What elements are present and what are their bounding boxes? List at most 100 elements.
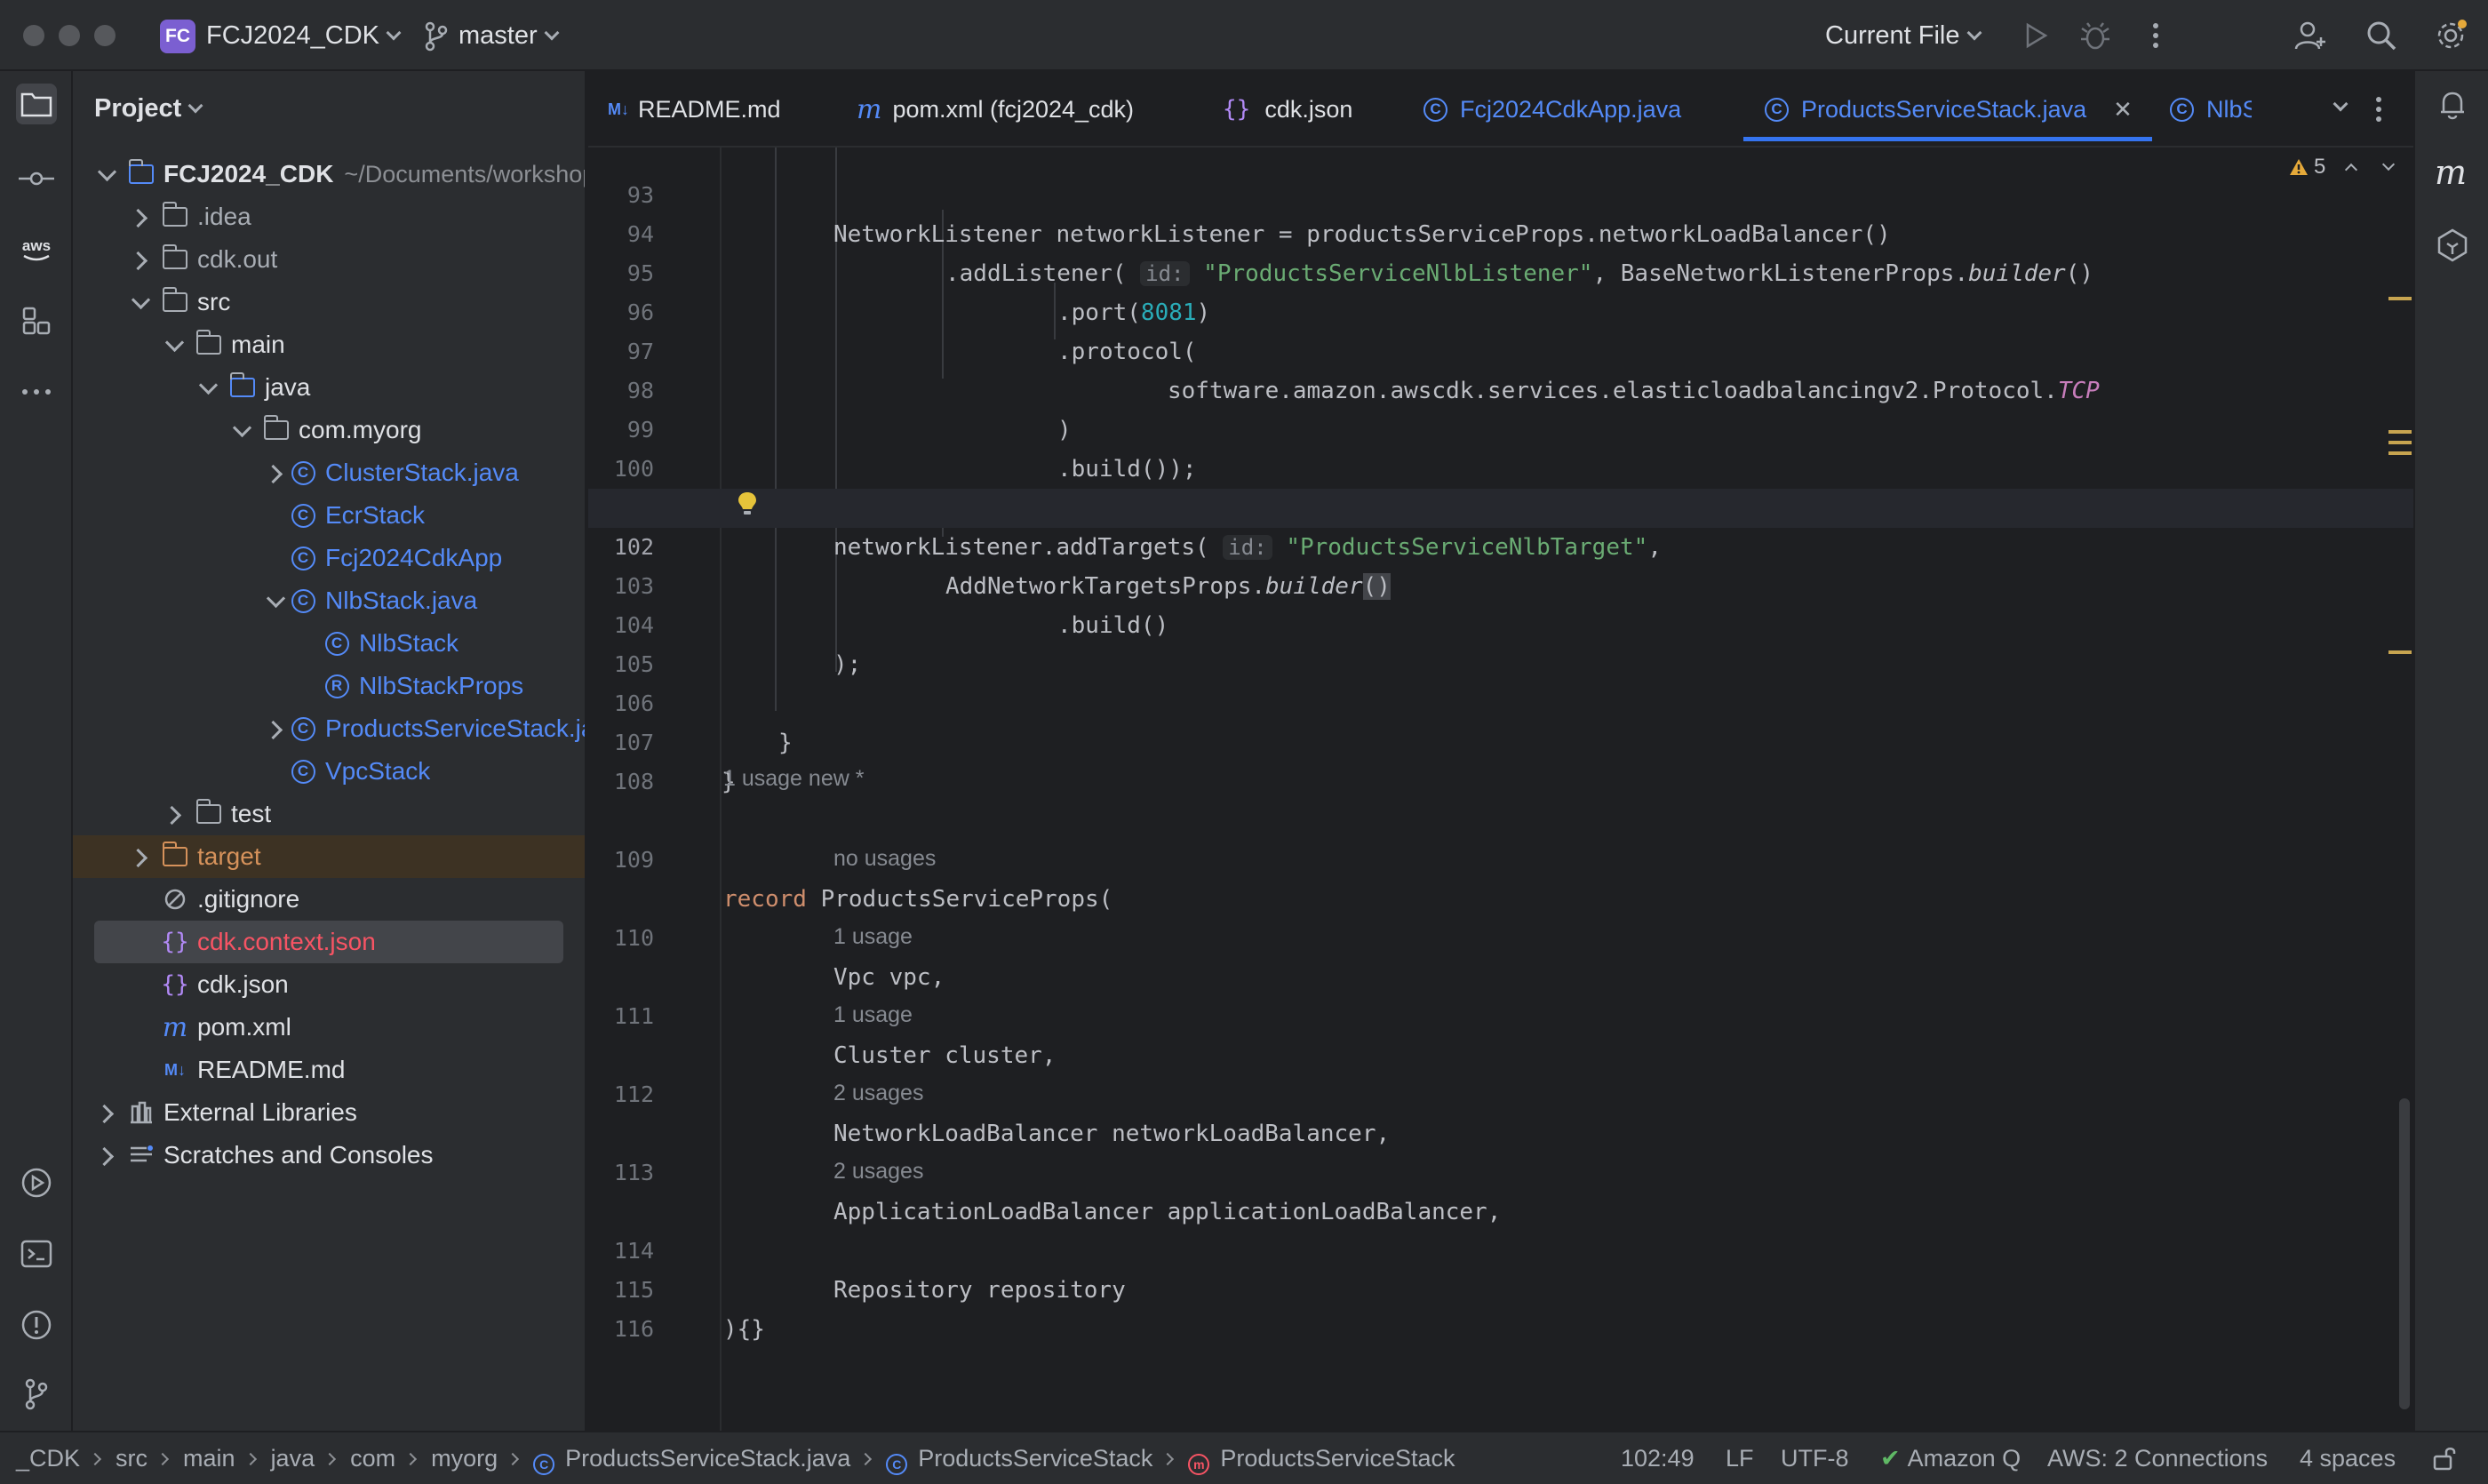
indent-settings[interactable]: 4 spaces	[2300, 1445, 2396, 1472]
notifications-bell-icon[interactable]	[2435, 87, 2470, 123]
tree-item-cdk-out[interactable]: cdk.out	[73, 238, 585, 281]
vertical-scrollbar[interactable]	[2399, 1098, 2410, 1409]
check-icon: ✔	[1880, 1445, 1901, 1472]
project-badge[interactable]: FC	[160, 20, 195, 53]
search-icon[interactable]	[2364, 18, 2399, 53]
breadcrumb-item[interactable]: com	[350, 1445, 395, 1472]
tab-more-actions[interactable]	[2374, 71, 2383, 148]
aws-toolkit-button[interactable]: aws	[16, 229, 57, 270]
breadcrumb-item[interactable]: _CDK	[16, 1445, 80, 1472]
tree-item-readme[interactable]: M↓ README.md	[73, 1049, 585, 1091]
tree-item-products-service-stack[interactable]: C ProductsServiceStack.java	[73, 707, 585, 750]
breadcrumb-item[interactable]: src	[116, 1445, 148, 1472]
line-number: 116	[613, 1316, 654, 1342]
warning-stripe-mark[interactable]	[2388, 297, 2412, 300]
warning-stripe-mark[interactable]	[2388, 451, 2412, 455]
run-configuration-selector[interactable]: Current File	[1825, 21, 1982, 51]
breadcrumb-item[interactable]: java	[271, 1445, 315, 1472]
problems-tool-button[interactable]	[16, 1304, 57, 1345]
project-selector[interactable]: FCJ2024_CDK	[206, 21, 402, 51]
tree-item-ecr-stack[interactable]: C EcrStack	[73, 494, 585, 537]
maven-tool-icon[interactable]: m	[2435, 153, 2467, 192]
amazon-q-status[interactable]: ✔ Amazon Q	[1880, 1445, 2021, 1472]
structure-tool-button[interactable]	[16, 300, 57, 341]
expanded-arrow-icon	[165, 336, 183, 354]
tree-item-main[interactable]: main	[73, 323, 585, 366]
usage-hint[interactable]: 1 usage	[833, 1002, 913, 1028]
tree-item-nlb-stack-props[interactable]: R NlbStackProps	[73, 665, 585, 707]
tab-nlb-stack[interactable]: C NlbStack	[2170, 71, 2252, 148]
tree-item-pom[interactable]: m pom.xml	[73, 1006, 585, 1049]
tab-cdk-app[interactable]: C Fcj2024CdkApp.java	[1423, 71, 1681, 148]
more-actions-icon[interactable]	[2138, 18, 2173, 53]
debug-icon[interactable]	[2077, 18, 2113, 53]
code-line: 109 record ProductsServiceProps(	[588, 802, 2413, 913]
terminal-tool-button[interactable]	[16, 1233, 57, 1274]
json-icon: {}	[161, 929, 189, 955]
minimize-window-button[interactable]	[59, 25, 80, 46]
folder-icon	[195, 799, 222, 827]
tree-item-test[interactable]: test	[73, 793, 585, 835]
tree-item-gitignore[interactable]: .gitignore	[73, 878, 585, 921]
usage-hint[interactable]: 1 usage	[833, 924, 913, 950]
services-tool-button[interactable]	[16, 1162, 57, 1203]
tree-item-external-libraries[interactable]: External Libraries	[73, 1091, 585, 1134]
line-separator[interactable]: LF	[1726, 1445, 1754, 1472]
tree-item-root[interactable]: FCJ2024_CDK ~/Documents/workshop	[73, 153, 585, 195]
code-editor[interactable]: 93 NetworkListener networkListener = pro…	[588, 148, 2413, 1431]
breadcrumb-item[interactable]: myorg	[431, 1445, 498, 1472]
branch-selector[interactable]: master	[459, 21, 560, 51]
project-view-selector[interactable]: Project	[94, 94, 203, 124]
breadcrumb-item[interactable]: ProductsServiceStack	[918, 1445, 1152, 1472]
tree-item-cdk-app[interactable]: C Fcj2024CdkApp	[73, 537, 585, 579]
tree-item-package[interactable]: com.myorg	[73, 409, 585, 451]
tree-item-vpc-stack[interactable]: C VpcStack	[73, 750, 585, 793]
caret-position[interactable]: 102:49	[1621, 1445, 1695, 1472]
project-tool-button[interactable]	[16, 84, 57, 124]
breadcrumb-item[interactable]: main	[183, 1445, 235, 1472]
usage-hint[interactable]: 2 usages	[833, 1159, 923, 1185]
tree-item-nlb-stack[interactable]: C NlbStack	[73, 622, 585, 665]
previous-highlight-icon[interactable]	[2345, 163, 2358, 177]
tree-item-src[interactable]: src	[73, 281, 585, 323]
close-window-button[interactable]	[23, 25, 44, 46]
inspection-widget[interactable]: 5	[2289, 155, 2396, 180]
breadcrumb-item[interactable]: ProductsServiceStack.java	[565, 1445, 850, 1472]
warning-stripe-mark[interactable]	[2388, 430, 2412, 434]
warning-stripe-mark[interactable]	[2388, 441, 2412, 444]
tree-item-java[interactable]: java	[73, 366, 585, 409]
breadcrumb-item[interactable]: ProductsServiceStack	[1220, 1445, 1455, 1472]
file-encoding[interactable]: UTF-8	[1781, 1445, 1849, 1472]
chevron-right-icon	[88, 1452, 102, 1466]
tree-item-cdk-json[interactable]: {} cdk.json	[73, 963, 585, 1006]
code-line: 107 }	[588, 684, 2413, 795]
tab-readme[interactable]: M↓ README.md	[608, 71, 781, 148]
next-highlight-icon[interactable]	[2382, 157, 2396, 172]
tree-item-label: src	[197, 288, 231, 315]
run-icon[interactable]	[2017, 18, 2053, 53]
warning-stripe-mark[interactable]	[2388, 650, 2412, 654]
usage-hint[interactable]: no usages	[833, 846, 936, 872]
tree-item-nlb-stack-file[interactable]: C NlbStack.java	[73, 579, 585, 622]
usage-hint[interactable]: 2 usages	[833, 1081, 923, 1106]
tree-item-cluster-stack[interactable]: C ClusterStack.java	[73, 451, 585, 494]
tree-item-idea[interactable]: .idea	[73, 195, 585, 238]
usage-hint[interactable]: 1 usage new *	[723, 766, 864, 792]
more-tools-button[interactable]	[16, 371, 57, 412]
zoom-window-button[interactable]	[94, 25, 116, 46]
lightbulb-icon[interactable]	[736, 491, 759, 517]
read-only-toggle-icon[interactable]	[2431, 1445, 2458, 1472]
git-tool-button[interactable]	[16, 1374, 57, 1415]
tree-item-cdk-context[interactable]: {} cdk.context.json	[94, 921, 563, 963]
tab-pom[interactable]: m pom.xml (fcj2024_cdk)	[857, 71, 1134, 148]
settings-gear-icon[interactable]	[2433, 18, 2468, 53]
aws-connections[interactable]: AWS: 2 Connections	[2047, 1445, 2268, 1472]
tab-cdk-json[interactable]: {} cdk.json	[1223, 71, 1352, 148]
tab-list-dropdown[interactable]	[2326, 71, 2348, 148]
tree-item-scratches[interactable]: Scratches and Consoles	[73, 1134, 585, 1177]
commit-tool-button[interactable]	[16, 158, 57, 199]
tree-item-target[interactable]: target	[73, 835, 585, 878]
add-user-icon[interactable]	[2293, 18, 2328, 53]
amazon-q-icon[interactable]	[2435, 227, 2470, 263]
close-tab-icon[interactable]: ✕	[2113, 96, 2133, 124]
